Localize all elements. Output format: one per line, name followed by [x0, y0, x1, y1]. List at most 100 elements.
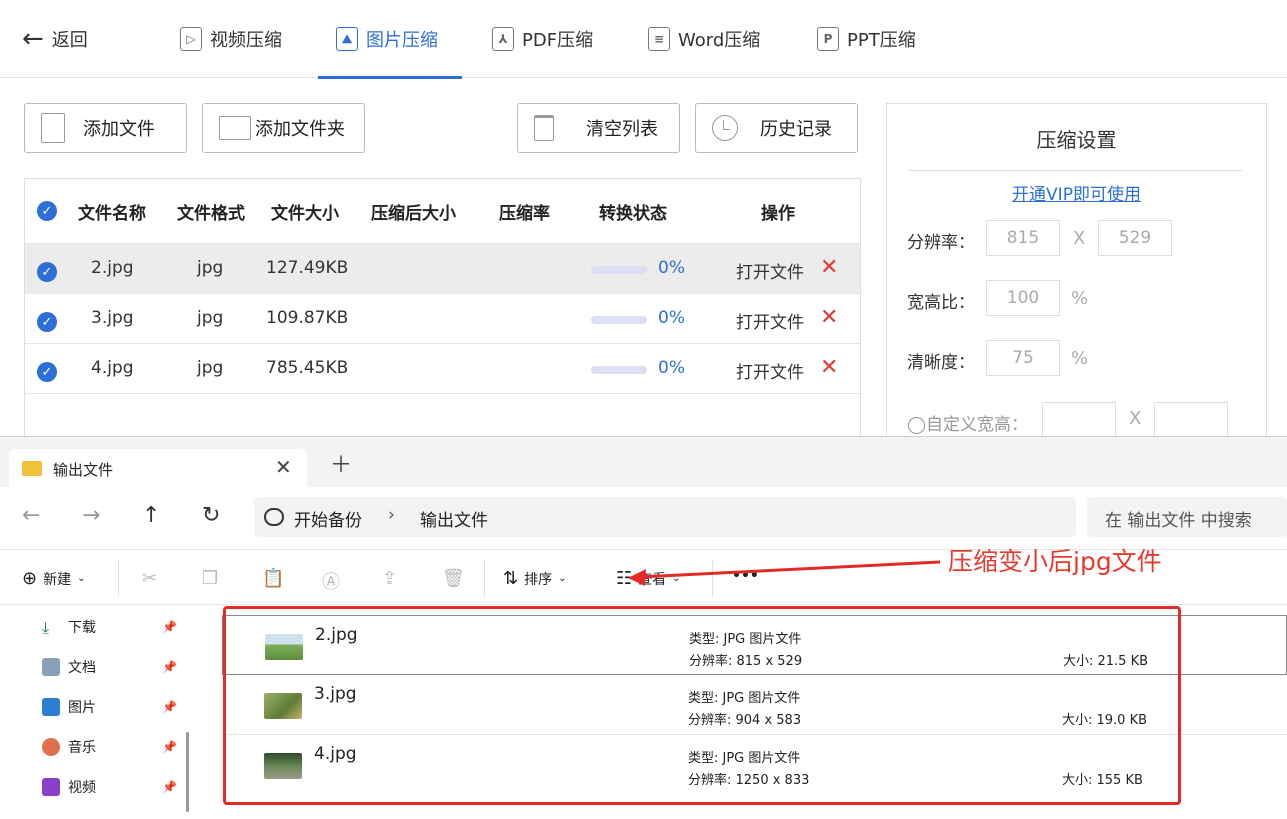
- tab-label: PDF压缩: [522, 30, 594, 51]
- progress-percent: 0%: [658, 308, 685, 328]
- explorer-tab-title: 输出文件: [53, 461, 114, 479]
- clarity-field[interactable]: 75: [986, 340, 1060, 376]
- settings-title: 压缩设置: [1036, 128, 1117, 152]
- header-action: 操作: [761, 203, 795, 224]
- trash-icon: [534, 115, 554, 141]
- table-row[interactable]: ✓ 4.jpg jpg 785.45KB 0% 打开文件 ✕: [25, 343, 860, 393]
- custom-width-field[interactable]: [1042, 402, 1116, 438]
- copy-button[interactable]: ❐: [202, 568, 218, 589]
- sidebar-item-music[interactable]: 音乐 📌: [42, 737, 177, 757]
- up-icon[interactable]: ↑: [142, 503, 160, 528]
- tab-video-compress[interactable]: ▷ 视频压缩: [180, 0, 282, 78]
- share-button[interactable]: ⇪: [382, 568, 397, 589]
- top-nav-bar: ← 返回 ▷ 视频压缩 ⛰ 图片压缩 ⅄ PDF压缩 ≡ Word压缩 P PP…: [0, 0, 1287, 79]
- tab-ppt-compress[interactable]: P PPT压缩: [817, 0, 916, 78]
- row-checkbox[interactable]: ✓: [37, 262, 57, 282]
- row-checkbox[interactable]: ✓: [37, 362, 57, 382]
- percent-sign: %: [1071, 288, 1089, 309]
- resolution-height-field[interactable]: 529: [1098, 220, 1172, 256]
- aspect-ratio-field[interactable]: 100: [986, 280, 1060, 316]
- refresh-icon[interactable]: ↻: [202, 503, 220, 528]
- delete-icon[interactable]: ✕: [820, 305, 838, 330]
- percent-sign: %: [1071, 348, 1089, 369]
- row-checkbox[interactable]: ✓: [37, 312, 57, 332]
- music-icon: [42, 738, 60, 756]
- tab-word-compress[interactable]: ≡ Word压缩: [648, 0, 760, 78]
- cut-button[interactable]: ✂: [142, 568, 157, 589]
- resolution-x-separator: X: [1073, 228, 1086, 249]
- progress-percent: 0%: [658, 358, 685, 378]
- add-folder-icon: [219, 116, 251, 140]
- sort-button[interactable]: ⇅ 排序 ⌄: [503, 568, 566, 589]
- header-status: 转换状态: [599, 203, 667, 224]
- row-file-size: 127.49KB: [266, 258, 349, 278]
- new-button[interactable]: ⊕ 新建 ⌄: [22, 568, 85, 589]
- add-folder-button[interactable]: 添加文件夹: [202, 103, 365, 153]
- cut-icon: ✂: [142, 568, 158, 589]
- table-row[interactable]: ✓ 2.jpg jpg 127.49KB 0% 打开文件 ✕: [25, 243, 860, 293]
- custom-size-radio[interactable]: ◯自定义宽高：: [907, 410, 1028, 435]
- breadcrumb-root[interactable]: 开始备份: [294, 506, 362, 531]
- sidebar-item-pictures[interactable]: 图片 📌: [42, 697, 177, 717]
- compressor-app: ← 返回 ▷ 视频压缩 ⛰ 图片压缩 ⅄ PDF压缩 ≡ Word压缩 P PP…: [0, 0, 1287, 443]
- delete-icon[interactable]: ✕: [820, 255, 838, 280]
- delete-icon[interactable]: ✕: [820, 355, 838, 380]
- explorer-tab[interactable]: 输出文件 ✕: [9, 449, 307, 487]
- tab-label: 视频压缩: [210, 30, 282, 51]
- back-button[interactable]: ← 返回: [22, 26, 88, 52]
- sidebar-scrollbar[interactable]: [186, 732, 189, 812]
- add-file-button[interactable]: 添加文件: [24, 103, 187, 153]
- history-button[interactable]: 历史记录: [695, 103, 858, 153]
- open-file-link[interactable]: 打开文件: [736, 308, 804, 333]
- clear-list-button[interactable]: 清空列表: [517, 103, 680, 153]
- progress-bar: [591, 316, 647, 324]
- paste-button[interactable]: 📋: [262, 568, 284, 589]
- progress-bar: [591, 266, 647, 274]
- close-tab-icon[interactable]: ✕: [275, 455, 292, 479]
- tab-image-compress[interactable]: ⛰ 图片压缩: [318, 0, 462, 79]
- plus-circle-icon: ⊕: [22, 568, 38, 589]
- tab-label: PPT压缩: [847, 30, 916, 51]
- back-icon[interactable]: ←: [22, 503, 40, 528]
- custom-height-field[interactable]: [1154, 402, 1228, 438]
- delete-button[interactable]: 🗑: [442, 568, 465, 589]
- view-button[interactable]: ☷ 查看 ⌄: [616, 568, 681, 589]
- row-file-size: 785.45KB: [266, 358, 349, 378]
- rename-button[interactable]: Ⓐ: [322, 568, 340, 594]
- ppt-icon: P: [817, 27, 839, 51]
- folder-icon: [22, 461, 42, 476]
- copy-icon: ❐: [202, 568, 219, 589]
- share-icon: ⇪: [382, 568, 398, 589]
- select-all-checkbox[interactable]: ✓: [37, 201, 57, 221]
- resolution-width-field[interactable]: 815: [986, 220, 1060, 256]
- videos-icon: [42, 778, 60, 796]
- search-input[interactable]: 在 输出文件 中搜索: [1087, 497, 1287, 537]
- open-file-link[interactable]: 打开文件: [736, 258, 804, 283]
- navigation-pane: ⤓ 下载 📌 文档 📌 图片 📌 音乐 📌 视频 📌: [0, 605, 200, 819]
- row-file-name: 2.jpg: [91, 258, 134, 278]
- divider: [118, 560, 119, 596]
- vip-link[interactable]: 开通VIP即可使用: [887, 180, 1266, 205]
- new-tab-button[interactable]: ＋: [330, 455, 352, 477]
- breadcrumb-current[interactable]: 输出文件: [420, 506, 488, 531]
- cloud-backup-icon: [264, 508, 284, 526]
- more-options-button[interactable]: •••: [732, 568, 759, 584]
- pin-icon: 📌: [162, 740, 177, 754]
- sidebar-item-documents[interactable]: 文档 📌: [42, 657, 177, 677]
- chevron-down-icon: ⌄: [77, 573, 86, 584]
- tab-label: 图片压缩: [366, 30, 438, 51]
- address-bar[interactable]: 开始备份 › 输出文件: [254, 497, 1076, 537]
- sidebar-item-videos[interactable]: 视频 📌: [42, 777, 177, 797]
- download-icon: ⤓: [42, 618, 50, 637]
- chevron-down-icon: ⌄: [558, 573, 567, 584]
- pin-icon: 📌: [162, 780, 177, 794]
- history-label: 历史记录: [760, 119, 832, 140]
- divider: [712, 560, 713, 596]
- forward-icon[interactable]: →: [82, 503, 100, 528]
- row-file-format: jpg: [197, 358, 224, 378]
- open-file-link[interactable]: 打开文件: [736, 358, 804, 383]
- table-row[interactable]: ✓ 3.jpg jpg 109.87KB 0% 打开文件 ✕: [25, 293, 860, 343]
- sidebar-item-downloads[interactable]: ⤓ 下载 📌: [42, 617, 177, 637]
- view-label: 查看: [638, 571, 667, 588]
- tab-pdf-compress[interactable]: ⅄ PDF压缩: [492, 0, 593, 78]
